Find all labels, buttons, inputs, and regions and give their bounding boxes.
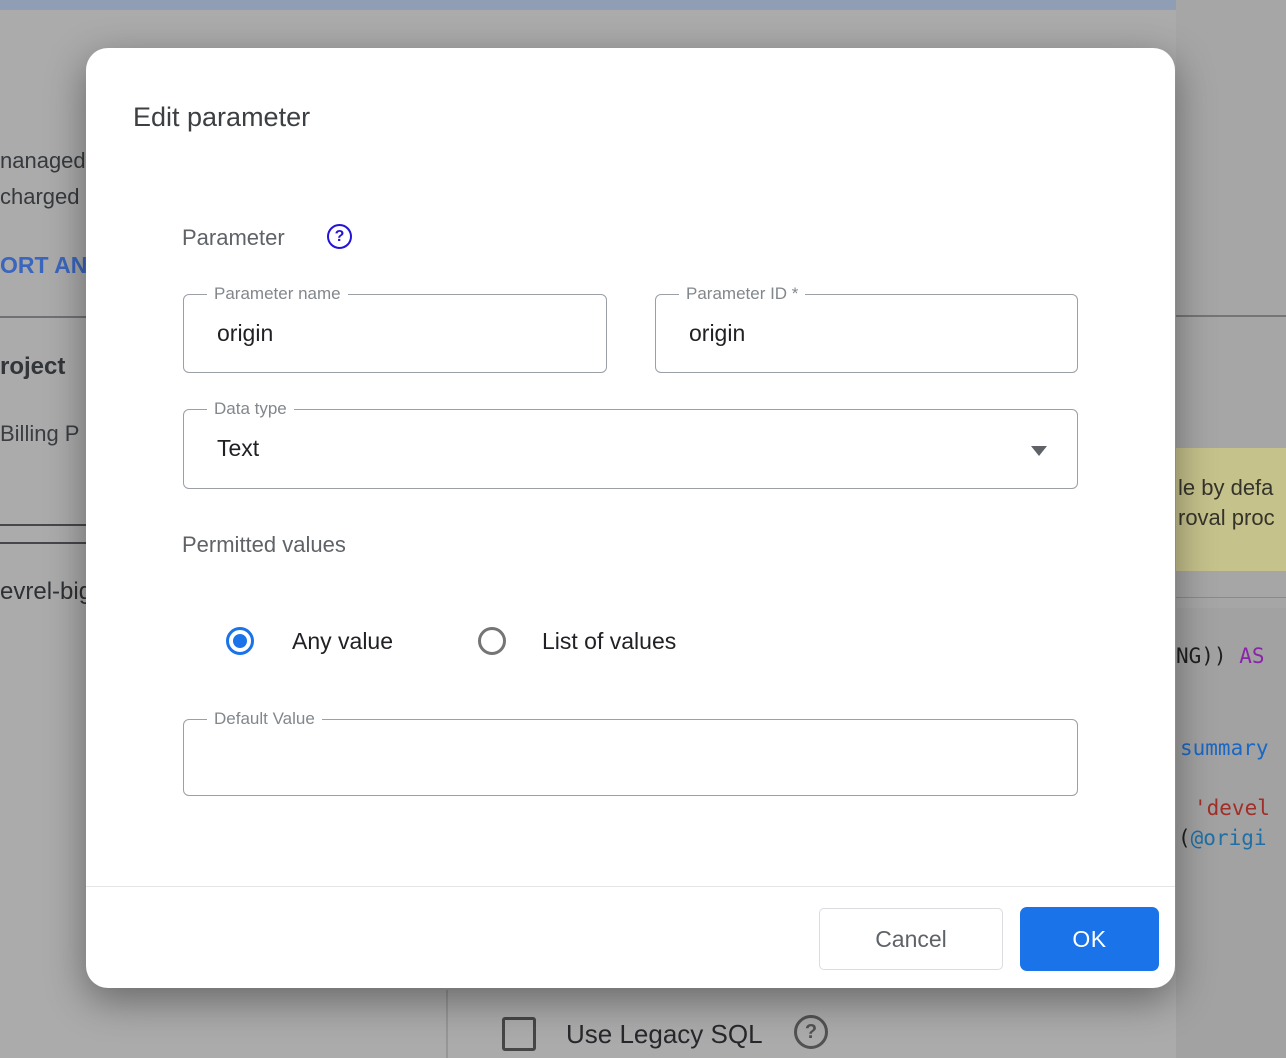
parameter-name-field[interactable]: Parameter name origin <box>183 294 607 373</box>
bg-notice-text: le by defa <box>1178 475 1273 501</box>
list-of-values-radio-label: List of values <box>542 628 676 655</box>
bg-project-heading: roject <box>0 353 65 381</box>
data-type-value: Text <box>217 435 259 462</box>
chevron-down-icon <box>1031 446 1047 456</box>
bg-text-managed: nanaged <box>0 148 86 174</box>
help-icon[interactable]: ? <box>327 224 352 249</box>
code-token: NG)) <box>1176 644 1239 668</box>
edit-parameter-dialog: Edit parameter Parameter ? Parameter nam… <box>86 48 1175 988</box>
bg-divider <box>0 542 86 544</box>
top-app-bar <box>0 0 1286 10</box>
bg-text-charged: charged <box>0 184 80 210</box>
dialog-title: Edit parameter <box>133 102 310 133</box>
parameter-id-field[interactable]: Parameter ID * origin <box>655 294 1078 373</box>
bg-code-line: NG)) AS <box>1176 644 1265 668</box>
any-value-radio-label: Any value <box>292 628 393 655</box>
bg-project-value: evrel-big <box>0 578 92 606</box>
bg-code-line: 'devel <box>1194 796 1270 820</box>
default-value-field[interactable]: Default Value <box>183 719 1078 796</box>
bg-divider <box>0 316 86 318</box>
bg-billing-text: Billing P <box>0 421 79 447</box>
code-token: ( <box>1178 826 1191 850</box>
parameter-name-field-value: origin <box>217 320 273 347</box>
permitted-values-heading: Permitted values <box>182 532 346 558</box>
parameter-name-field-label: Parameter name <box>207 284 348 304</box>
bg-notice-box: le by defa roval proc <box>1176 448 1286 571</box>
bg-code-line: summary <box>1180 736 1269 760</box>
use-legacy-sql-label: Use Legacy SQL <box>566 1019 763 1050</box>
parameter-id-field-value: origin <box>689 320 745 347</box>
data-type-dropdown[interactable]: Data type Text <box>183 409 1078 489</box>
default-value-field-label: Default Value <box>207 709 322 729</box>
help-icon[interactable]: ? <box>794 1015 828 1049</box>
parameter-id-field-label: Parameter ID * <box>679 284 805 304</box>
bg-divider <box>446 990 448 1058</box>
ok-button[interactable]: OK <box>1020 907 1159 971</box>
bg-report-link[interactable]: ORT AN <box>0 252 87 279</box>
list-of-values-radio[interactable] <box>478 627 506 655</box>
data-type-label: Data type <box>207 399 294 419</box>
bg-code-line: (@origi <box>1178 826 1267 850</box>
use-legacy-sql-checkbox[interactable] <box>502 1017 536 1051</box>
code-keyword: AS <box>1239 644 1264 668</box>
code-parameter-token: @origi <box>1191 826 1267 850</box>
footer-divider <box>86 886 1175 887</box>
bg-divider <box>1176 597 1286 598</box>
bg-sql-editor: NG)) AS summary 'devel (@origi <box>1176 608 1286 1058</box>
bg-divider <box>0 524 86 526</box>
bg-divider <box>1176 315 1286 317</box>
bg-notice-text: roval proc <box>1178 505 1275 531</box>
any-value-radio[interactable] <box>226 627 254 655</box>
parameter-section-label: Parameter <box>182 225 285 251</box>
cancel-button[interactable]: Cancel <box>819 908 1003 970</box>
